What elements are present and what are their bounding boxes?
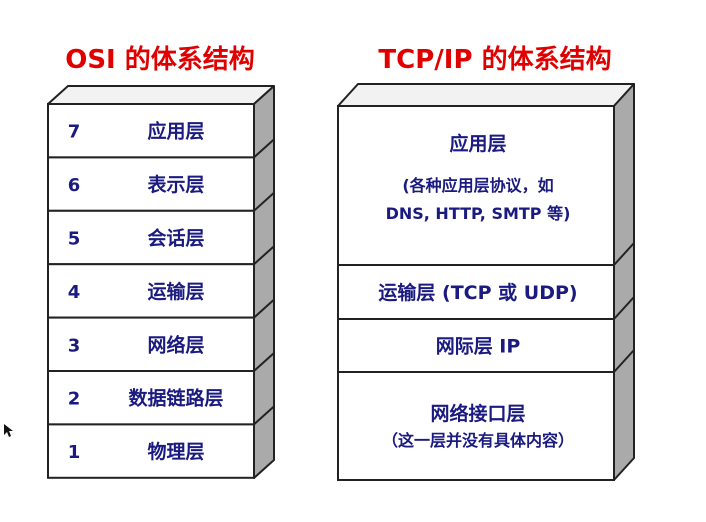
- osi-layer-number: 7: [68, 122, 81, 143]
- tcpip-stack-top-face: [337, 83, 635, 107]
- tcpip-layer-list: 应用层 (各种应用层协议，如 DNS, HTTP, SMTP 等) 运输层 (TCP …: [337, 105, 635, 481]
- osi-layer-number: 3: [68, 335, 81, 356]
- osi-layer-name: 应用层: [147, 120, 204, 143]
- tcpip-layer-detail: （这一层并没有具体内容）: [382, 431, 574, 450]
- osi-layer-name: 表示层: [147, 173, 204, 196]
- tcpip-layer-box: [337, 371, 615, 481]
- osi-layer-name: 网络层: [147, 333, 204, 356]
- osi-stack-side-face: [253, 85, 275, 479]
- osi-layer-number: 1: [68, 442, 81, 463]
- tcpip-layer-detail: (各种应用层协议，如: [402, 176, 553, 195]
- tcpip-layer-1: 应用层 (各种应用层协议，如 DNS, HTTP, SMTP 等): [337, 105, 615, 266]
- osi-layer-number: 2: [68, 389, 81, 410]
- tcpip-title: TCP/IP 的体系结构: [378, 44, 611, 75]
- osi-stack-top-face: [47, 85, 275, 105]
- osi-title: OSI 的体系结构: [65, 44, 255, 75]
- protocol-architecture-diagram: OSI 的体系结构 TCP/IP 的体系结构 7 应用层 6 表示层 5 会话层 4 运输层 3…: [4, 44, 635, 481]
- tcpip-layer-detail: DNS, HTTP, SMTP 等): [386, 204, 571, 223]
- tcpip-stack-side-face: [613, 83, 635, 481]
- osi-layer-7: 7 应用层: [47, 103, 255, 159]
- osi-layer-name: 数据链路层: [128, 387, 223, 410]
- tcpip-layer-name: 应用层: [449, 132, 506, 155]
- tcpip-stack: 应用层 (各种应用层协议，如 DNS, HTTP, SMTP 等) 运输层 (TCP …: [337, 83, 635, 481]
- tcpip-layer-name: 网络接口层: [430, 402, 525, 425]
- osi-layer-list: 7 应用层 6 表示层 5 会话层 4 运输层 3 网络层 2 数据链路层 1 物理层: [47, 103, 275, 479]
- osi-layer-name: 物理层: [147, 440, 204, 463]
- osi-layer-number: 4: [68, 282, 81, 303]
- osi-layer-number: 6: [68, 175, 81, 196]
- tcpip-layer-name: 网际层 IP: [436, 336, 521, 358]
- tcpip-layer-name: 运输层 (TCP 或 UDP): [378, 281, 577, 304]
- osi-layer-number: 5: [68, 229, 81, 250]
- osi-stack: 7 应用层 6 表示层 5 会话层 4 运输层 3 网络层 2 数据链路层 1 物理层: [47, 85, 275, 479]
- osi-layer-name: 会话层: [147, 227, 204, 250]
- osi-layer-name: 运输层: [147, 280, 204, 303]
- mouse-cursor-icon: [4, 424, 13, 437]
